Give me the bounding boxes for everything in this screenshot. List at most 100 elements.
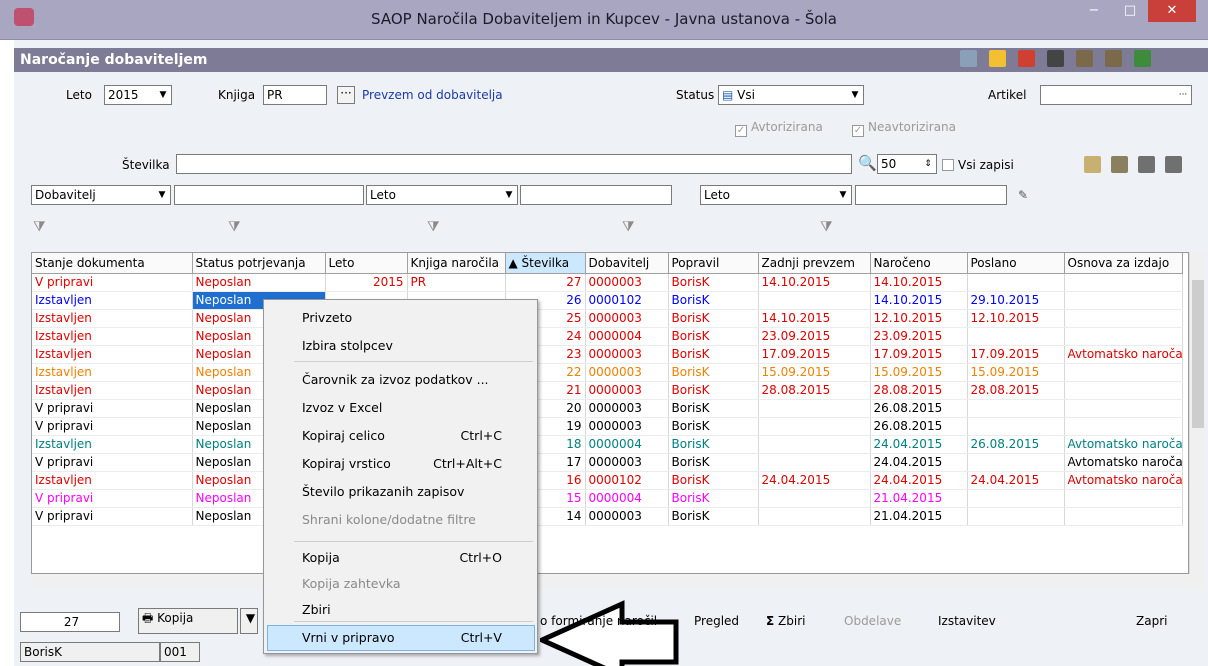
table-cell[interactable]: Izstavljen — [32, 309, 193, 328]
filter-value-3[interactable] — [855, 185, 1007, 205]
table-row[interactable]: Izstavljen Neposlan 23 0000003 BorisK 17.09.2… — [32, 345, 1183, 364]
table-cell[interactable]: Izstavljen — [32, 345, 193, 364]
filter-column-1-select[interactable]: Dobavitelj ▼ — [31, 185, 171, 205]
table-cell[interactable]: BorisK — [668, 435, 759, 454]
table-cell[interactable]: 0000003 — [585, 309, 669, 328]
table-cell[interactable]: BorisK — [668, 327, 759, 346]
kopija-button[interactable]: 🖶 Kopija — [138, 608, 238, 634]
table-row[interactable]: V pripravi Neposlan 14 0000003 BorisK 21.04.2… — [32, 507, 1183, 526]
table-cell[interactable]: 0000102 — [585, 471, 669, 490]
table-cell[interactable]: 23.09.2015 — [870, 327, 968, 346]
filter-funnel-icon[interactable]: ⧩ — [33, 219, 49, 235]
table-cell[interactable] — [758, 453, 871, 472]
table-cell[interactable]: 24.04.2015 — [870, 453, 968, 472]
table-cell[interactable]: 24.04.2015 — [967, 471, 1065, 490]
table-cell[interactable]: 12.10.2015 — [967, 309, 1065, 328]
edit-doc-icon[interactable] — [1138, 156, 1155, 173]
table-cell[interactable]: 14.10.2015 — [758, 309, 871, 328]
context-menu-item[interactable]: Izbira stolpcev — [302, 338, 532, 353]
table-row[interactable]: V pripravi Neposlan 2015 PR 27 0000003 BorisK 1… — [32, 273, 1183, 292]
table-cell[interactable]: 0000003 — [585, 381, 669, 400]
scroll-thumb[interactable] — [1192, 280, 1204, 428]
print-icon[interactable] — [1047, 50, 1064, 67]
table-cell[interactable] — [1064, 417, 1183, 436]
table-row[interactable]: V pripravi Neposlan 17 0000003 BorisK 24.04.2… — [32, 453, 1183, 472]
table-cell[interactable]: 0000003 — [585, 417, 669, 436]
table-cell[interactable]: Neposlan — [192, 273, 326, 292]
table-row[interactable]: Izstavljen Neposlan 21 0000003 BorisK 28.08.2… — [32, 381, 1183, 400]
table-cell[interactable]: 29.10.2015 — [967, 291, 1065, 310]
table-cell[interactable] — [967, 273, 1065, 292]
search-icon[interactable]: 🔍 — [858, 154, 877, 172]
table-cell[interactable]: 28.08.2015 — [967, 381, 1065, 400]
stevilka-field[interactable] — [176, 154, 852, 174]
table-cell[interactable]: V pripravi — [32, 399, 193, 418]
close-button[interactable]: ✕ — [1148, 0, 1196, 22]
column-header[interactable]: Naročeno — [870, 253, 968, 274]
table-cell[interactable]: 15.09.2015 — [758, 363, 871, 382]
table-cell[interactable]: 14.10.2015 — [870, 291, 968, 310]
table-cell[interactable]: 0000004 — [585, 435, 669, 454]
table-cell[interactable]: Avtomatsko naročan — [1064, 471, 1183, 490]
table-cell[interactable]: 0000004 — [585, 489, 669, 508]
table-cell[interactable]: 0000003 — [585, 507, 669, 526]
table-cell[interactable] — [758, 399, 871, 418]
table-cell[interactable] — [758, 489, 871, 508]
table-cell[interactable]: 17.09.2015 — [967, 345, 1065, 364]
column-header[interactable]: Zadnji prevzem — [758, 253, 871, 274]
table-row[interactable]: V pripravi Neposlan 20 0000003 BorisK 26.08.2… — [32, 399, 1183, 418]
column-header[interactable]: Status potrjevanja — [192, 253, 326, 274]
filter-funnel-icon[interactable]: ⧩ — [228, 219, 244, 235]
table-row[interactable]: V pripravi Neposlan 19 0000003 BorisK 26.08.2… — [32, 417, 1183, 436]
context-menu-item[interactable]: Privzeto — [302, 310, 532, 325]
filter-column-3-select[interactable]: Leto ▼ — [700, 185, 852, 205]
artikel-field[interactable]: ··· — [1040, 85, 1192, 105]
table-cell[interactable]: 0000102 — [585, 291, 669, 310]
table-cell[interactable]: BorisK — [668, 345, 759, 364]
paste-doc-icon[interactable] — [1105, 50, 1122, 67]
context-menu-item[interactable]: Shrani kolone/dodatne filtre — [302, 512, 532, 527]
table-cell[interactable] — [1064, 399, 1183, 418]
star-icon[interactable] — [989, 50, 1006, 67]
context-menu-item[interactable]: Kopija Ctrl+O — [302, 550, 532, 565]
context-menu-item[interactable]: Kopiraj vrstico Ctrl+Alt+C — [302, 456, 532, 471]
zapri-button[interactable]: Zapri — [1136, 614, 1167, 628]
table-cell[interactable]: 15.09.2015 — [967, 363, 1065, 382]
table-cell[interactable]: 24.04.2015 — [870, 435, 968, 454]
table-cell[interactable]: Avtomatsko naročan — [1064, 345, 1183, 364]
column-header[interactable]: Knjiga naročila — [407, 253, 506, 274]
table-row[interactable]: Izstavljen Neposlan 16 0000102 BorisK 24.04.2… — [32, 471, 1183, 490]
table-cell[interactable] — [758, 507, 871, 526]
table-cell[interactable]: 0000003 — [585, 345, 669, 364]
table-cell[interactable]: BorisK — [668, 291, 759, 310]
table-cell[interactable] — [967, 399, 1065, 418]
status-select[interactable]: ▤ Vsi ▼ — [718, 85, 864, 105]
table-cell[interactable]: 27 — [505, 273, 586, 292]
knjiga-field[interactable]: PR — [263, 85, 327, 105]
horizontal-scrollbar[interactable] — [31, 574, 1205, 590]
table-cell[interactable]: 14.10.2015 — [870, 273, 968, 292]
table-cell[interactable] — [1064, 381, 1183, 400]
minimize-button[interactable]: − — [1076, 0, 1112, 22]
table-cell[interactable]: 24.04.2015 — [758, 471, 871, 490]
edit-all-icon[interactable] — [1165, 156, 1182, 173]
formiranje-button[interactable]: o formiranje naročil — [540, 614, 657, 628]
table-cell[interactable] — [967, 327, 1065, 346]
table-cell[interactable]: 14.10.2015 — [758, 273, 871, 292]
zbiri-button[interactable]: Σ Zbiri — [766, 614, 805, 628]
table-cell[interactable]: Izstavljen — [32, 471, 193, 490]
table-cell[interactable]: V pripravi — [32, 453, 193, 472]
obdelave-button[interactable]: Obdelave — [844, 614, 901, 628]
table-cell[interactable]: BorisK — [668, 363, 759, 382]
kopija-dropdown[interactable]: ▼ — [240, 608, 258, 634]
filter-funnel-icon[interactable]: ⧩ — [622, 219, 638, 235]
maximize-button[interactable]: □ — [1112, 0, 1148, 22]
column-header[interactable]: Osnova za izdajo — [1064, 253, 1183, 274]
table-cell[interactable]: 21.04.2015 — [870, 507, 968, 526]
table-cell[interactable]: 26.08.2015 — [967, 435, 1065, 454]
table-cell[interactable]: BorisK — [668, 453, 759, 472]
eraser-icon[interactable]: ✎ — [1018, 188, 1028, 202]
table-cell[interactable]: BorisK — [668, 399, 759, 418]
table-cell[interactable]: BorisK — [668, 273, 759, 292]
table-cell[interactable]: 0000003 — [585, 453, 669, 472]
